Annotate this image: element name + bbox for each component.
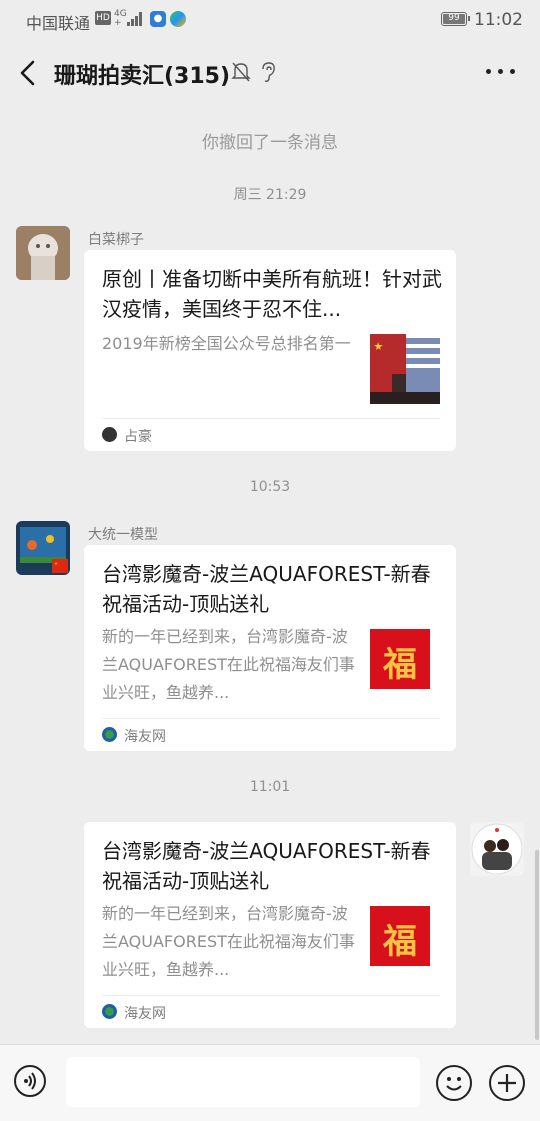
- card-description: 新的一年已经到来，台湾影魔奇-波兰AQUAFOREST在此祝福海友们事业兴旺，鱼…: [102, 627, 355, 702]
- timestamp: 周三 21:29: [233, 187, 307, 203]
- hd-badge: HD: [95, 11, 111, 25]
- avatar[interactable]: [470, 822, 524, 876]
- plus-icon[interactable]: [489, 1065, 525, 1101]
- tencent-video-icon: [170, 11, 186, 27]
- scrollbar[interactable]: [535, 850, 539, 1040]
- message-input[interactable]: [66, 1057, 420, 1107]
- carrier-label: 中国联通: [26, 14, 91, 33]
- chat-title: 珊瑚拍卖汇(315): [54, 64, 231, 89]
- bell-off-icon: [231, 62, 251, 82]
- fu-thumbnail: 福: [370, 629, 440, 699]
- sender-name: 白菜梆子: [88, 232, 144, 248]
- article-card[interactable]: 台湾影魔奇-波兰AQUAFOREST-新春祝福活动-顶贴送礼 新的一年已经到来，…: [84, 545, 456, 751]
- fu-thumbnail: 福: [370, 906, 440, 976]
- signal-icon: [127, 12, 143, 26]
- status-bar: 中国联通 HD 4G + ● 99 11:02: [0, 0, 540, 40]
- source-logo-icon: [102, 727, 117, 742]
- clock: 11:02: [474, 10, 523, 30]
- voice-icon[interactable]: [14, 1065, 46, 1097]
- baidu-paw-icon: ●: [150, 11, 166, 27]
- flags-thumbnail: [370, 334, 440, 404]
- network-label: 4G +: [114, 9, 127, 28]
- chat-header: 珊瑚拍卖汇(315): [0, 44, 540, 104]
- divider: [102, 995, 440, 996]
- avatar[interactable]: [16, 226, 70, 280]
- divider: [102, 418, 440, 419]
- card-title: 台湾影魔奇-波兰AQUAFOREST-新春祝福活动-顶贴送礼: [102, 839, 431, 893]
- card-title: 台湾影魔奇-波兰AQUAFOREST-新春祝福活动-顶贴送礼: [102, 562, 431, 616]
- card-source: 占豪: [124, 429, 152, 445]
- card-description: 新的一年已经到来，台湾影魔奇-波兰AQUAFOREST在此祝福海友们事业兴旺，鱼…: [102, 904, 355, 979]
- emoji-icon[interactable]: [436, 1065, 472, 1101]
- card-title: 原创丨准备切断中美所有航班！针对武汉疫情，美国终于忍不住...: [102, 267, 442, 321]
- divider: [102, 718, 440, 719]
- fu-character: 福: [383, 645, 417, 685]
- timestamp: 11:01: [249, 779, 291, 795]
- timestamp: 10:53: [249, 479, 291, 495]
- input-bar: [0, 1044, 540, 1121]
- card-description: 2019年新榜全国公众号总排名第一: [102, 334, 351, 353]
- fu-character: 福: [383, 922, 417, 962]
- card-source: 海友网: [124, 729, 166, 745]
- recall-notice: 你撤回了一条消息: [202, 133, 338, 153]
- article-card[interactable]: 原创丨准备切断中美所有航班！针对武汉疫情，美国终于忍不住... 2019年新榜全…: [84, 250, 456, 451]
- source-logo-icon: [102, 1004, 117, 1019]
- ear-icon: [262, 62, 275, 82]
- article-card[interactable]: 台湾影魔奇-波兰AQUAFOREST-新春祝福活动-顶贴送礼 新的一年已经到来，…: [84, 822, 456, 1028]
- chevron-left-icon[interactable]: [16, 58, 40, 88]
- avatar[interactable]: [16, 521, 70, 575]
- sender-name: 大统一模型: [88, 527, 158, 543]
- more-dots-icon[interactable]: [486, 68, 516, 76]
- card-source: 海友网: [124, 1006, 166, 1022]
- source-logo-icon: [102, 427, 117, 442]
- battery-icon: 99: [441, 12, 470, 26]
